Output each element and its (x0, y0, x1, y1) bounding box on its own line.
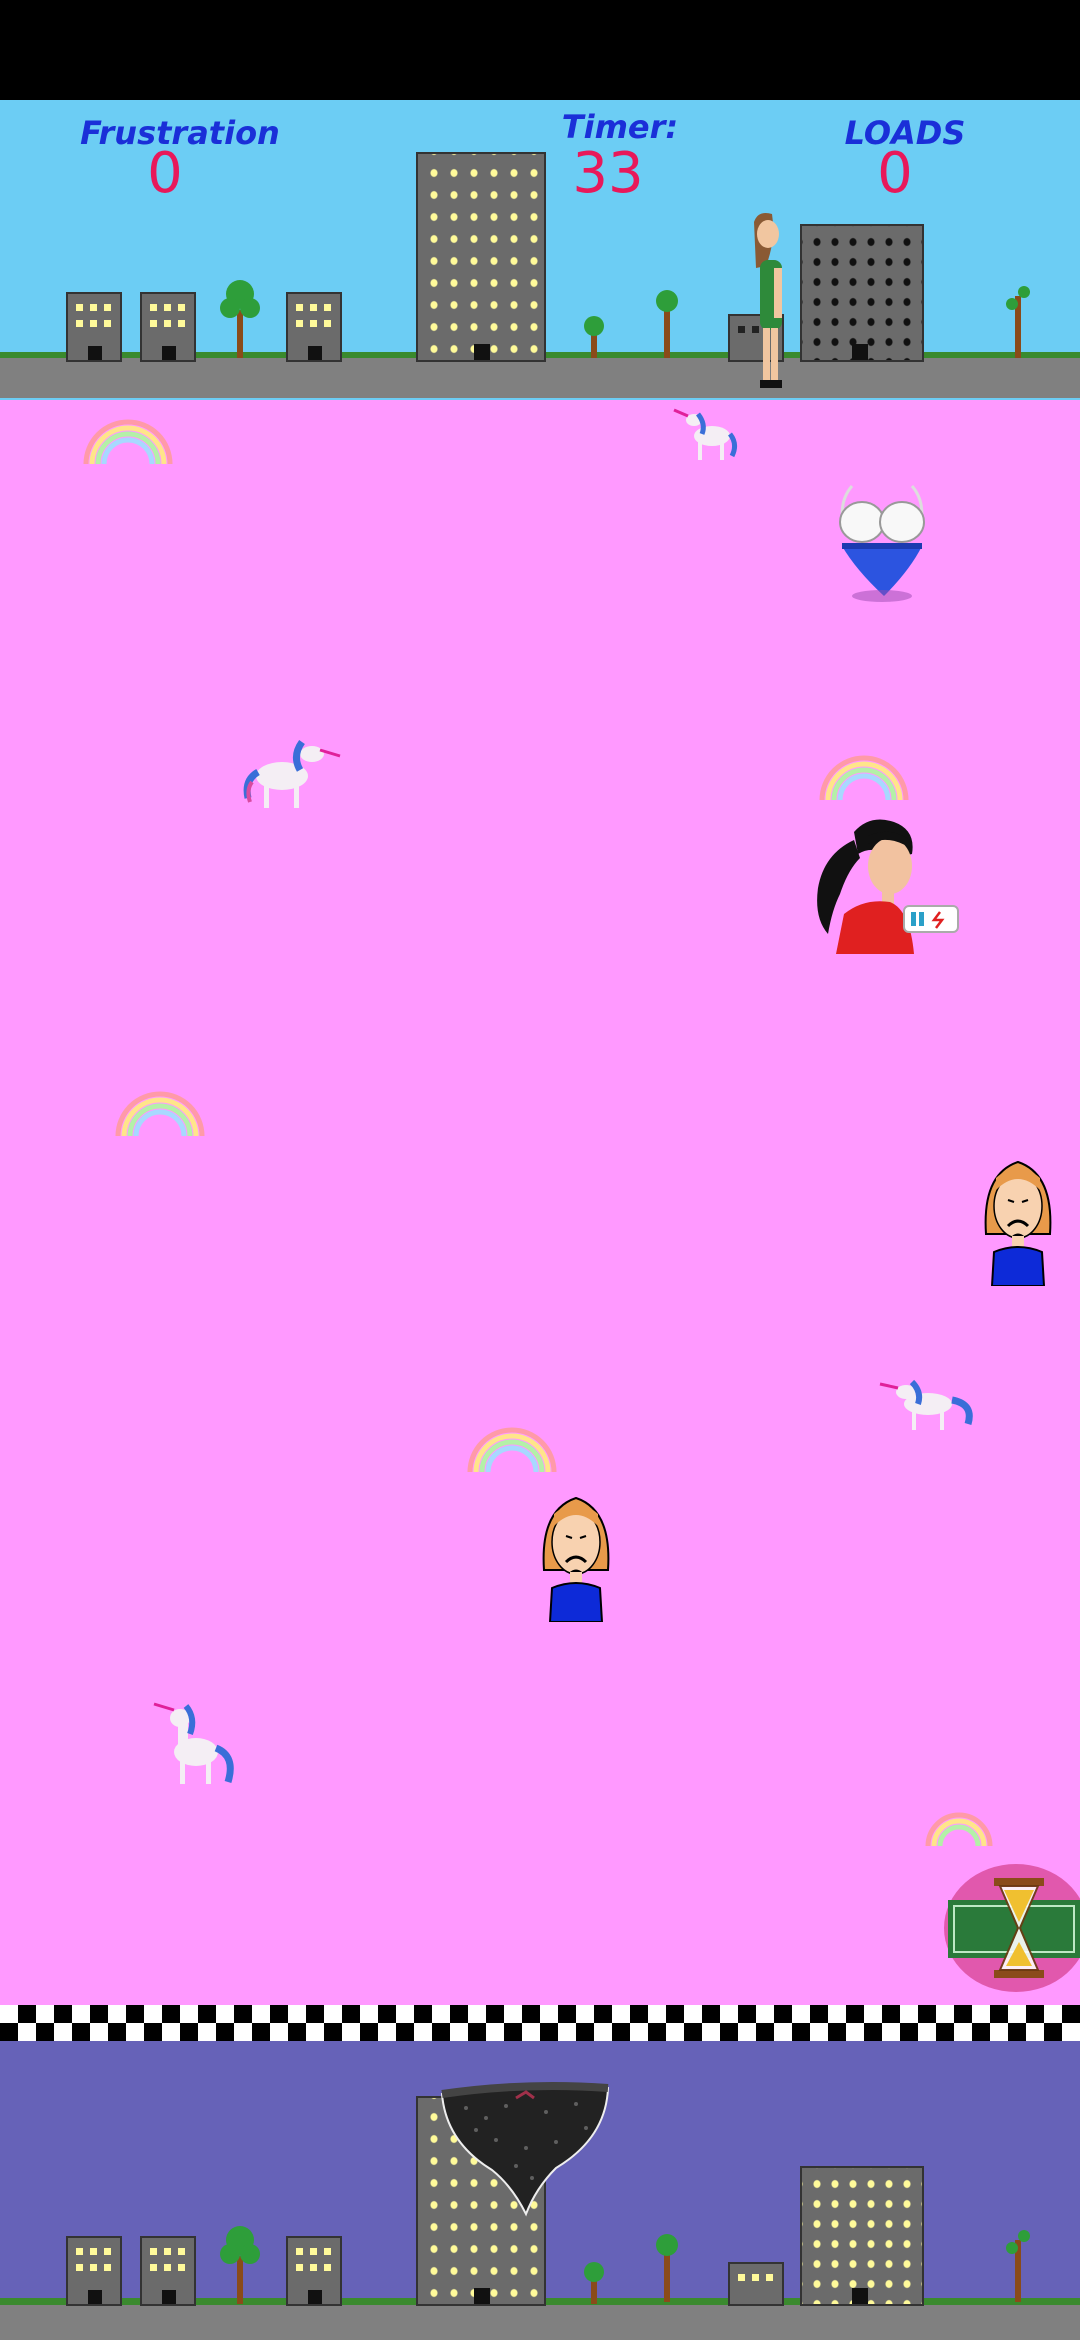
building (800, 2166, 924, 2306)
building (140, 292, 196, 362)
frustration-value: 0 (147, 141, 183, 206)
tree-icon (656, 2234, 678, 2302)
building (66, 292, 122, 362)
rainbow-icon (819, 755, 909, 801)
rainbow-icon (83, 419, 173, 465)
building (728, 2262, 784, 2306)
bra-panties-item (839, 485, 925, 602)
bottom-road (0, 2305, 1080, 2340)
timer-value: 33 (572, 141, 644, 206)
black-panties-basket[interactable] (436, 2078, 614, 2220)
rainbow-icon (925, 1812, 993, 1847)
unicorn-icon (243, 739, 341, 808)
building (800, 224, 924, 362)
sad-girl-icon (984, 1160, 1052, 1286)
unicorn-icon (879, 1379, 973, 1430)
player-ponytail-girl (817, 819, 959, 954)
sad-girl-icon (542, 1496, 610, 1622)
tree-icon (1006, 286, 1030, 358)
tree-icon (220, 2226, 260, 2304)
building (140, 2236, 196, 2306)
top-road (0, 358, 1080, 398)
tree-icon (656, 290, 678, 358)
building (66, 2236, 122, 2306)
finish-line (0, 2005, 1080, 2041)
rainbow-icon (467, 1427, 557, 1473)
status-bar-area (0, 0, 1080, 100)
hourglass-powerup-icon[interactable] (940, 1862, 1080, 1994)
walking-woman-sprite (754, 213, 782, 388)
rainbow-icon (115, 1091, 205, 1137)
unicorn-icon (153, 1702, 234, 1784)
unicorn-icon (673, 408, 738, 460)
tree-icon (584, 316, 604, 358)
loads-value: 0 (877, 141, 913, 206)
tree-icon (1006, 2230, 1030, 2302)
building (286, 2236, 342, 2306)
tree-icon (220, 280, 260, 358)
building (286, 292, 342, 362)
tree-icon (584, 2262, 604, 2304)
